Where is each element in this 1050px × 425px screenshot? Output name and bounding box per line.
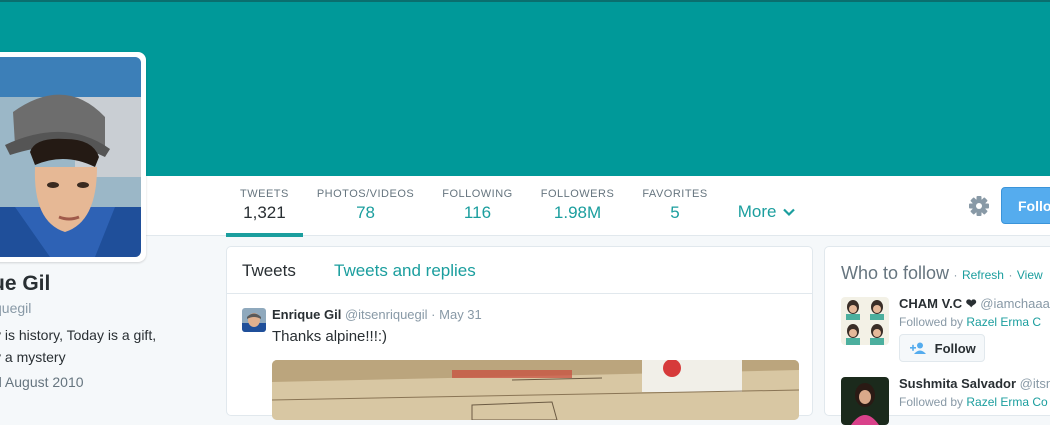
stat-tweets[interactable]: TWEETS 1,321: [226, 176, 303, 237]
follow-button[interactable]: Follow: [1001, 187, 1050, 224]
profile-name[interactable]: ue Gil: [0, 272, 50, 296]
tab-tweets[interactable]: Tweets: [242, 261, 296, 281]
followed-by-text: Followed by Razel Erma Co: [899, 395, 1048, 409]
stat-value: 78: [356, 203, 375, 222]
tab-tweets-and-replies[interactable]: Tweets and replies: [334, 261, 476, 281]
stat-label: FOLLOWERS: [540, 188, 615, 200]
add-user-icon: [910, 342, 926, 354]
stat-value: 1,321: [243, 203, 286, 222]
suggestion-avatar[interactable]: [841, 377, 889, 425]
profile-banner: [0, 0, 1050, 176]
followed-by-label: Followed by: [899, 315, 964, 329]
tweet-header: Enrique Gil @itsenriquegil · May 31: [272, 307, 482, 322]
stat-following[interactable]: FOLLOWING 116: [428, 176, 527, 236]
view-all-link[interactable]: View: [1017, 268, 1043, 282]
chevron-down-icon: [783, 208, 795, 217]
profile-stats: TWEETS 1,321 PHOTOS/VIDEOS 78 FOLLOWING …: [226, 176, 809, 237]
profile-avatar-frame[interactable]: [0, 52, 146, 262]
heart-icon: ❤: [965, 296, 977, 311]
profile-bio: y is history, Today is a gift, y a myste…: [0, 324, 156, 368]
tweet-photo[interactable]: [272, 360, 799, 420]
stat-value: 1.98M: [553, 203, 602, 222]
separator-dot: ·: [953, 268, 958, 282]
stat-value: 116: [463, 203, 492, 222]
suggestion-handle: @itsm: [1019, 376, 1050, 391]
followed-by-label: Followed by: [899, 395, 964, 409]
suggestion-follow-button[interactable]: Follow: [899, 334, 985, 362]
followed-by-name[interactable]: Razel Erma Co: [966, 395, 1047, 409]
suggestion-name-text: Sushmita Salvador: [899, 376, 1017, 391]
stat-photos-videos[interactable]: PHOTOS/VIDEOS 78: [303, 176, 428, 236]
separator-dot: ·: [1008, 268, 1013, 282]
stat-label: PHOTOS/VIDEOS: [316, 188, 415, 200]
more-label: More: [737, 202, 777, 221]
stat-favorites[interactable]: FAVORITES 5: [628, 176, 721, 236]
suggestion-name[interactable]: Sushmita Salvador @itsm: [899, 376, 1050, 391]
who-to-follow-panel: Who to follow · Refresh · View CHAM V.C …: [824, 246, 1050, 425]
stat-value: 5: [670, 203, 680, 222]
timeline-tabs: Tweets Tweets and replies: [227, 247, 812, 294]
tweet-author-name[interactable]: Enrique Gil: [272, 307, 341, 322]
suggestion-name[interactable]: CHAM V.C ❤ @iamchaaar: [899, 296, 1050, 312]
avatar: [0, 57, 141, 257]
stat-label: TWEETS: [240, 188, 289, 200]
tweet-text: Thanks alpine!!!:): [272, 328, 388, 345]
suggestion-avatar[interactable]: [841, 297, 889, 345]
profile-joined-date: d August 2010: [0, 374, 84, 390]
more-dropdown[interactable]: More: [722, 176, 809, 236]
suggestion-name-text: CHAM V.C: [899, 296, 963, 311]
suggestion-handle: @iamchaaar: [980, 296, 1050, 311]
gear-icon[interactable]: [966, 193, 992, 219]
bio-line: y is history, Today is a gift,: [0, 327, 157, 343]
stat-followers[interactable]: FOLLOWERS 1.98M: [527, 176, 629, 236]
refresh-link[interactable]: Refresh: [962, 268, 1004, 282]
tweet-author-handle[interactable]: @itsenriquegil: [345, 307, 428, 322]
who-to-follow-header: Who to follow · Refresh · View: [841, 263, 1043, 284]
separator-dot: ·: [431, 307, 436, 322]
stat-label: FAVORITES: [642, 188, 708, 200]
tweet-avatar[interactable]: [242, 308, 266, 332]
followed-by-text: Followed by Razel Erma C: [899, 315, 1041, 329]
followed-by-name[interactable]: Razel Erma C: [966, 315, 1041, 329]
tweet[interactable]: Enrique Gil @itsenriquegil · May 31 Than…: [227, 294, 812, 420]
bio-line: y a mystery: [0, 349, 66, 365]
timeline: Tweets Tweets and replies Enrique Gil @i…: [226, 246, 813, 420]
who-to-follow-title: Who to follow: [841, 263, 950, 283]
stat-label: FOLLOWING: [442, 188, 513, 200]
follow-label: Follow: [934, 341, 976, 356]
tweet-date[interactable]: May 31: [439, 307, 482, 322]
profile-handle[interactable]: quegil: [0, 300, 31, 316]
